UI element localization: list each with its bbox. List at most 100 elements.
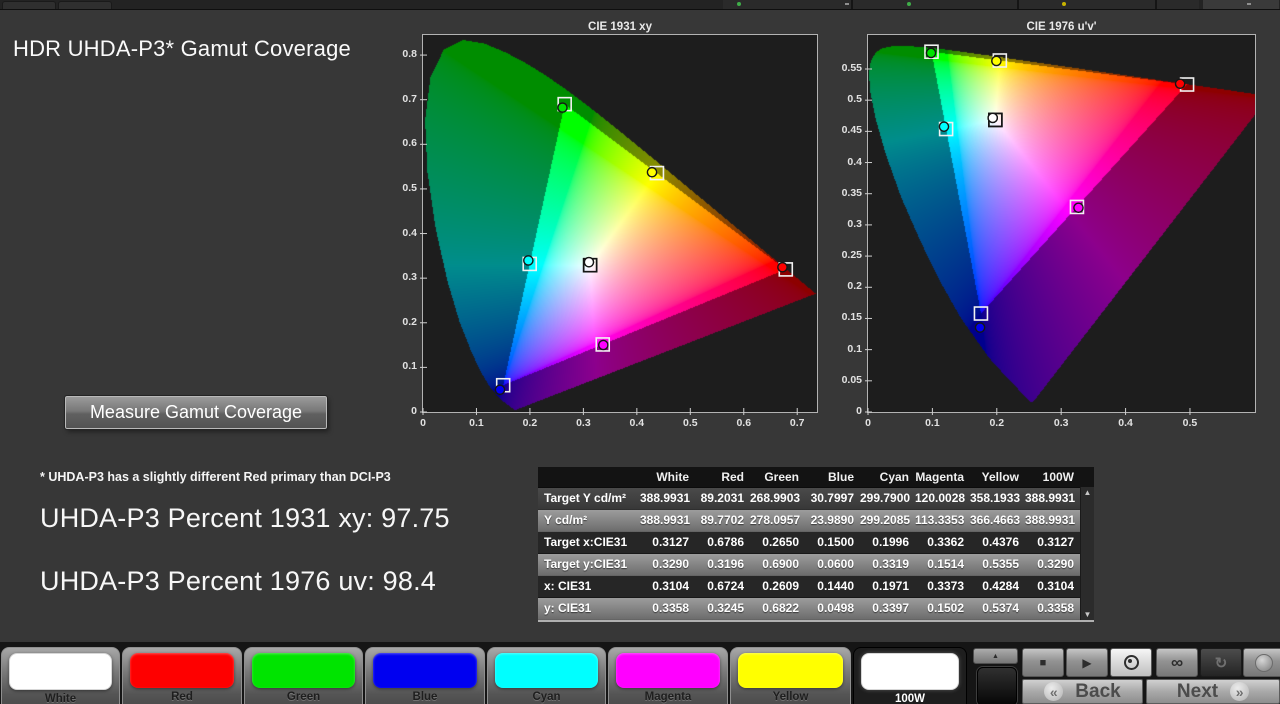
patch-tile-red[interactable]: Red <box>122 647 242 704</box>
measured-marker-red <box>1176 79 1185 88</box>
tab-mark <box>845 3 849 5</box>
refresh-button[interactable]: ↻ <box>1200 648 1242 677</box>
table-row[interactable]: Y cd/m²388.993189.7702278.095723.9890299… <box>538 510 1094 532</box>
patch-tile-cyan[interactable]: Cyan <box>487 647 606 704</box>
cie-1931-chart <box>422 34 818 413</box>
chart-title: CIE 1931 xy <box>423 21 817 33</box>
value-cell: 0.4284 <box>970 576 1025 597</box>
pattern-window-toggle[interactable] <box>977 667 1017 704</box>
tab-mark <box>1247 3 1251 5</box>
value-cell: 299.7900 <box>860 488 915 509</box>
value-cell: 0.6724 <box>695 576 750 597</box>
value-cell: 0.3362 <box>915 532 970 553</box>
table-row[interactable]: Target y:CIE310.32900.31960.69000.06000.… <box>538 554 1094 576</box>
patch-swatch <box>9 653 112 690</box>
axis-tick-label: 0 <box>848 417 888 429</box>
row-label-cell: Target x:CIE31 <box>538 532 640 553</box>
up-arrow-icon: ▲ <box>992 653 999 660</box>
value-cell: 0.0600 <box>805 554 860 575</box>
patch-tile-white[interactable]: White <box>1 647 120 704</box>
row-label-cell: x: CIE31 <box>538 576 640 597</box>
table-scrollbar[interactable]: ▲ ▼ <box>1080 487 1094 620</box>
measured-marker-magenta <box>1074 203 1083 212</box>
axis-tick-label: 0.25 <box>826 249 862 261</box>
value-cell: 0.3319 <box>860 554 915 575</box>
value-cell: 388.9931 <box>640 488 695 509</box>
status-dot <box>907 2 911 6</box>
axis-tick-label: 0.1 <box>381 360 417 372</box>
top-tab[interactable] <box>58 1 112 9</box>
value-cell: 0.4376 <box>970 532 1025 553</box>
chart-markers <box>423 35 817 412</box>
value-cell: 0.1514 <box>915 554 970 575</box>
patch-tile-yellow[interactable]: Yellow <box>730 647 851 704</box>
top-tab[interactable] <box>2 1 56 9</box>
value-cell: 89.7702 <box>695 510 750 531</box>
pattern-up-button[interactable]: ▲ <box>973 648 1018 664</box>
footnote: * UHDA-P3 has a slightly different Red p… <box>40 470 391 484</box>
value-cell: 0.3373 <box>915 576 970 597</box>
patch-tile-green[interactable]: Green <box>244 647 363 704</box>
patch-swatch <box>738 653 843 688</box>
value-cell: 268.9903 <box>750 488 805 509</box>
row-label-cell: Target Y cd/m² <box>538 488 640 509</box>
axis-tick-label: 0.3 <box>563 417 603 429</box>
patch-tile-magenta[interactable]: Magenta <box>608 647 728 704</box>
measured-marker-red <box>778 263 787 272</box>
table-row[interactable]: Target Y cd/m²388.993189.2031268.990330.… <box>538 488 1094 510</box>
infinity-icon: ∞ <box>1171 653 1183 673</box>
patch-tile-blue[interactable]: Blue <box>365 647 485 704</box>
top-tab-strip[interactable] <box>723 0 1199 9</box>
results-table: WhiteRedGreenBlueCyanMagentaYellow100W T… <box>538 467 1094 622</box>
axis-tick-label: 0.2 <box>977 417 1017 429</box>
value-cell: 0.3290 <box>1025 554 1080 575</box>
table-header-row: WhiteRedGreenBlueCyanMagentaYellow100W <box>538 467 1094 488</box>
record-button[interactable] <box>1243 648 1280 677</box>
back-button[interactable]: « Back <box>1022 679 1143 704</box>
table-header-cell: Blue <box>805 467 860 487</box>
infinity-button[interactable]: ∞ <box>1156 648 1198 677</box>
table-header-cell: White <box>640 467 695 487</box>
measured-marker-100w <box>988 113 997 122</box>
axis-tick-label: 0.4 <box>381 227 417 239</box>
value-cell: 388.9931 <box>640 510 695 531</box>
axis-tick-label: 0.45 <box>826 124 862 136</box>
value-cell: 0.3397 <box>860 598 915 619</box>
next-button[interactable]: Next » <box>1146 679 1280 704</box>
value-cell: 388.9931 <box>1025 488 1080 509</box>
next-label: Next <box>1177 681 1218 703</box>
scroll-up-icon[interactable]: ▲ <box>1081 488 1094 497</box>
chart-markers <box>868 35 1255 412</box>
measured-marker-yellow <box>992 56 1001 65</box>
axis-tick-label: 0.7 <box>777 417 817 429</box>
top-tab-strip[interactable] <box>1203 0 1279 9</box>
table-row[interactable]: x: CIE310.31040.67240.26090.14400.19710.… <box>538 576 1094 598</box>
axis-tick-label: 0.3 <box>381 271 417 283</box>
value-cell: 0.0498 <box>805 598 860 619</box>
value-cell: 113.3353 <box>915 510 970 531</box>
axis-tick-label: 0.3 <box>826 218 862 230</box>
axis-tick-label: 0.4 <box>1106 417 1146 429</box>
patch-tile-100w[interactable]: 100W <box>853 647 967 704</box>
play-button[interactable]: ▶ <box>1066 648 1108 677</box>
axis-tick-label: 0.2 <box>381 316 417 328</box>
measure-gamut-button[interactable]: Measure Gamut Coverage <box>65 396 327 429</box>
axis-tick-label: 0.35 <box>826 187 862 199</box>
axis-tick-label: 0.05 <box>826 374 862 386</box>
value-cell: 0.2650 <box>750 532 805 553</box>
table-row[interactable]: Target x:CIE310.31270.67860.26500.15000.… <box>538 532 1094 554</box>
calman-window: HDR UHDA-P3* Gamut Coverage CIE 1931 xy0… <box>0 0 1280 704</box>
measured-marker-blue <box>495 385 504 394</box>
value-cell: 0.3358 <box>1025 598 1080 619</box>
meter-button[interactable] <box>1110 648 1152 677</box>
table-row[interactable]: y: CIE310.33580.32450.68220.04980.33970.… <box>538 598 1094 620</box>
value-cell: 358.1933 <box>970 488 1025 509</box>
window-tab-bar <box>0 0 1280 10</box>
stop-button[interactable]: ■ <box>1022 648 1064 677</box>
value-cell: 278.0957 <box>750 510 805 531</box>
scroll-down-icon[interactable]: ▼ <box>1081 610 1094 619</box>
measured-marker-magenta <box>599 340 608 349</box>
pattern-bar: WhiteRedGreenBlueCyanMagentaYellow100W ▲… <box>0 642 1280 704</box>
patch-label: Red <box>123 691 241 703</box>
patch-swatch <box>861 653 959 690</box>
